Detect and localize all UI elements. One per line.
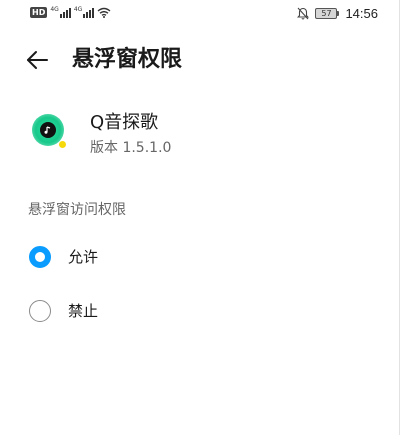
- section-label: 悬浮窗访问权限: [28, 202, 126, 218]
- status-bar: HD 4G 4G 57 14:56: [0, 0, 400, 28]
- status-left: HD 4G 4G: [30, 7, 111, 18]
- back-button[interactable]: [22, 46, 52, 74]
- status-time: 14:56: [345, 6, 378, 21]
- arrow-left-icon: [27, 51, 48, 69]
- app-badge-icon: [58, 140, 67, 149]
- option-allow-label: 允许: [68, 248, 99, 266]
- signal-icon-2: 4G: [73, 6, 95, 18]
- option-deny-label: 禁止: [68, 302, 99, 320]
- bell-off-icon: [297, 7, 310, 20]
- battery-icon: 57: [315, 8, 340, 19]
- music-note-icon: [40, 122, 56, 138]
- app-version: 版本 1.5.1.0: [90, 140, 172, 156]
- signal-label-2: 4G: [73, 6, 83, 13]
- status-right: 57 14:56: [297, 6, 378, 21]
- option-allow[interactable]: 允许: [0, 233, 400, 281]
- hd-badge: HD: [30, 7, 48, 18]
- radio-deny[interactable]: [29, 300, 51, 322]
- option-deny[interactable]: 禁止: [0, 287, 400, 335]
- header: 悬浮窗权限: [0, 40, 400, 80]
- signal-icon-1: 4G: [50, 6, 71, 18]
- page-title: 悬浮窗权限: [72, 47, 183, 72]
- app-info: Q音探歌 版本 1.5.1.0: [0, 106, 400, 162]
- wifi-icon: [97, 7, 111, 18]
- radio-allow[interactable]: [29, 246, 51, 268]
- battery-level: 57: [315, 8, 338, 19]
- app-name: Q音探歌: [90, 112, 159, 133]
- signal-label-1: 4G: [50, 6, 59, 13]
